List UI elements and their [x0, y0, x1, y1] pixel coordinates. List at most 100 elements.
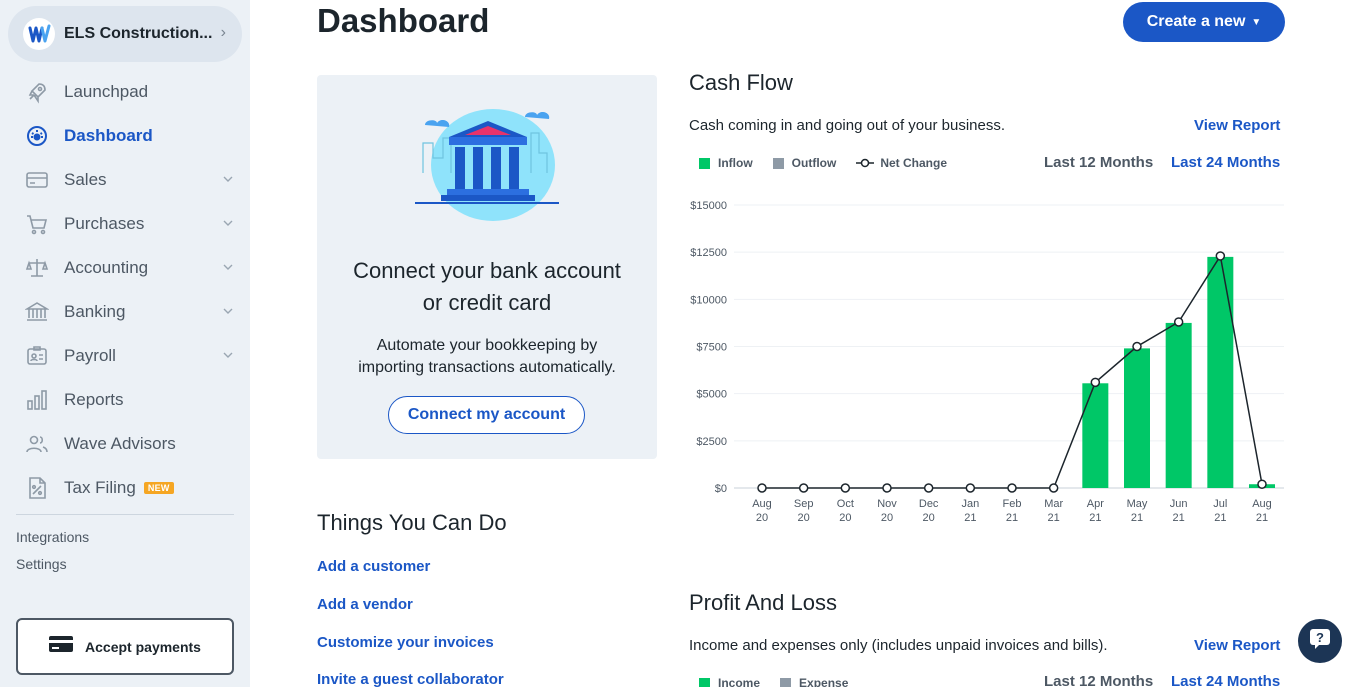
customize-invoices-link[interactable]: Customize your invoices	[317, 634, 494, 651]
net-change-line-icon	[856, 158, 875, 168]
connect-bank-title: Connect your bank account or credit card	[317, 255, 657, 319]
connect-bank-title-line2: or credit card	[422, 290, 552, 315]
chart-bar-inflow	[1165, 322, 1192, 488]
add-customer-link[interactable]: Add a customer	[317, 558, 430, 575]
chart-x-tick-label: Jan	[961, 498, 979, 510]
chart-x-tick-label: 21	[1173, 512, 1185, 524]
connect-bank-desc-line1: Automate your bookkeeping by	[376, 337, 598, 354]
chart-x-tick-label: 21	[964, 512, 976, 524]
cash-flow-description: Cash coming in and going out of your bus…	[689, 117, 1006, 134]
chart-bar-inflow	[1124, 348, 1150, 488]
chevron-down-icon	[222, 216, 234, 234]
rocket-icon	[24, 79, 50, 105]
dashboard-icon	[24, 123, 50, 149]
legend-net-change[interactable]: Net Change	[856, 156, 947, 170]
chart-x-tick-label: 21	[1006, 512, 1018, 524]
caret-down-icon: ▼	[1251, 16, 1262, 28]
add-vendor-link[interactable]: Add a vendor	[317, 596, 413, 613]
chart-x-tick-label: May	[1127, 498, 1148, 510]
tax-document-icon	[24, 475, 50, 501]
sidebar-item-reports[interactable]: Reports	[0, 378, 250, 422]
bar-chart-icon	[24, 387, 50, 413]
chart-y-tick-label: $2500	[696, 436, 727, 448]
cash-flow-view-report-link[interactable]: View Report	[1194, 117, 1280, 134]
inflow-swatch	[699, 157, 710, 169]
chart-x-tick-label: 20	[798, 512, 810, 524]
connect-bank-description: Automate your bookkeeping by importing t…	[337, 335, 637, 379]
sidebar-item-accounting[interactable]: Accounting	[0, 246, 250, 290]
cash-flow-range-12-months[interactable]: Last 12 Months	[1044, 154, 1153, 171]
connect-bank-desc-line2: importing transactions automatically.	[358, 359, 616, 376]
chevron-right-icon: ›	[220, 24, 226, 41]
credit-card-icon	[49, 635, 74, 658]
chart-net-change-point	[923, 483, 934, 493]
sidebar-item-payroll[interactable]: Payroll	[0, 334, 250, 378]
sidebar-item-banking[interactable]: Banking	[0, 290, 250, 334]
cash-flow-legend: Inflow Outflow Net Change	[699, 156, 967, 170]
sidebar-item-wave-advisors[interactable]: Wave Advisors	[0, 422, 250, 466]
new-badge: NEW	[143, 482, 174, 494]
business-switcher[interactable]: ELS Construction... ›	[8, 6, 242, 62]
chart-x-tick-label: Feb	[1003, 498, 1022, 510]
chart-x-tick-label: Apr	[1087, 498, 1104, 510]
chevron-down-icon	[222, 172, 234, 190]
id-badge-icon	[24, 343, 50, 369]
sidebar-item-purchases[interactable]: Purchases	[0, 202, 250, 246]
profit-loss-range-12-months[interactable]: Last 12 Months	[1044, 673, 1153, 687]
profit-loss-view-report-link[interactable]: View Report	[1194, 637, 1280, 654]
legend-outflow[interactable]: Outflow	[772, 156, 837, 170]
create-new-label: Create a new	[1146, 13, 1246, 30]
chart-bar-inflow	[1082, 383, 1109, 488]
outflow-swatch	[772, 157, 784, 169]
chart-net-change-point	[1007, 483, 1017, 493]
sidebar-item-sales[interactable]: Sales	[0, 158, 250, 202]
settings-link[interactable]: Settings	[16, 556, 67, 572]
sidebar-item-dashboard[interactable]: Dashboard	[0, 114, 250, 158]
chart-net-change-point	[757, 483, 767, 493]
legend-income-label: Income	[718, 676, 761, 687]
connect-my-account-button[interactable]: Connect my account	[388, 396, 585, 434]
invite-collaborator-link[interactable]: Invite a guest collaborator	[317, 671, 504, 687]
profit-loss-range-24-months[interactable]: Last 24 Months	[1171, 673, 1280, 687]
sidebar-item-tax-filing[interactable]: Tax Filing NEW	[0, 466, 250, 510]
chart-x-tick-label: Aug	[1252, 498, 1272, 510]
chevron-down-icon	[222, 348, 234, 366]
legend-income[interactable]: Income	[699, 676, 760, 687]
chart-x-tick-label: 21	[1131, 512, 1143, 524]
cash-flow-chart: $0 $2500 $5000 $7500 $10000 $12500 $15000 Aug 20…	[690, 200, 1284, 524]
chart-x-tick-label: 20	[839, 512, 851, 524]
sidebar-item-label: Purchases	[64, 214, 145, 233]
accept-payments-label: Accept payments	[85, 638, 201, 655]
chart-net-change-point	[1215, 251, 1226, 261]
things-you-can-do-title: Things You Can Do	[317, 510, 507, 535]
cash-flow-title: Cash Flow	[689, 70, 793, 95]
legend-inflow[interactable]: Inflow	[699, 156, 753, 170]
chart-x-tick-label: Nov	[877, 498, 897, 510]
chart-net-change-point	[965, 483, 976, 493]
sidebar-item-launchpad[interactable]: Launchpad	[0, 70, 250, 114]
chart-x-tick-label: Jul	[1213, 498, 1227, 510]
chart-x-tick-label: 21	[1048, 512, 1060, 524]
cash-flow-range-24-months[interactable]: Last 24 Months	[1171, 154, 1280, 171]
chart-y-tick-label: $5000	[696, 389, 727, 401]
legend-outflow-label: Outflow	[791, 156, 837, 170]
integrations-link[interactable]: Integrations	[16, 529, 89, 545]
chevron-down-icon	[222, 304, 234, 322]
scale-icon	[24, 255, 50, 281]
sidebar-item-label: Reports	[64, 390, 124, 409]
app-root: ELS Construction... › Launchpad Dashboar…	[0, 0, 1346, 687]
sidebar-item-label: Sales	[64, 170, 107, 189]
chevron-down-icon	[222, 260, 234, 278]
legend-expense[interactable]: Expense	[780, 676, 848, 687]
chart-net-change-point	[1048, 483, 1059, 493]
sidebar-item-label: Accounting	[64, 258, 149, 277]
help-button[interactable]: ?	[1298, 619, 1342, 663]
profit-loss-legend: Income Expense	[699, 676, 868, 687]
sidebar-item-label: Wave Advisors	[64, 434, 176, 453]
create-new-button[interactable]: Create a new ▼	[1123, 2, 1285, 42]
chart-x-tick-label: Dec	[919, 498, 939, 510]
sidebar-item-label: Banking	[64, 302, 126, 321]
chart-x-tick-label: Oct	[837, 498, 854, 510]
cart-icon	[24, 211, 50, 237]
accept-payments-button[interactable]: Accept payments	[16, 618, 234, 675]
